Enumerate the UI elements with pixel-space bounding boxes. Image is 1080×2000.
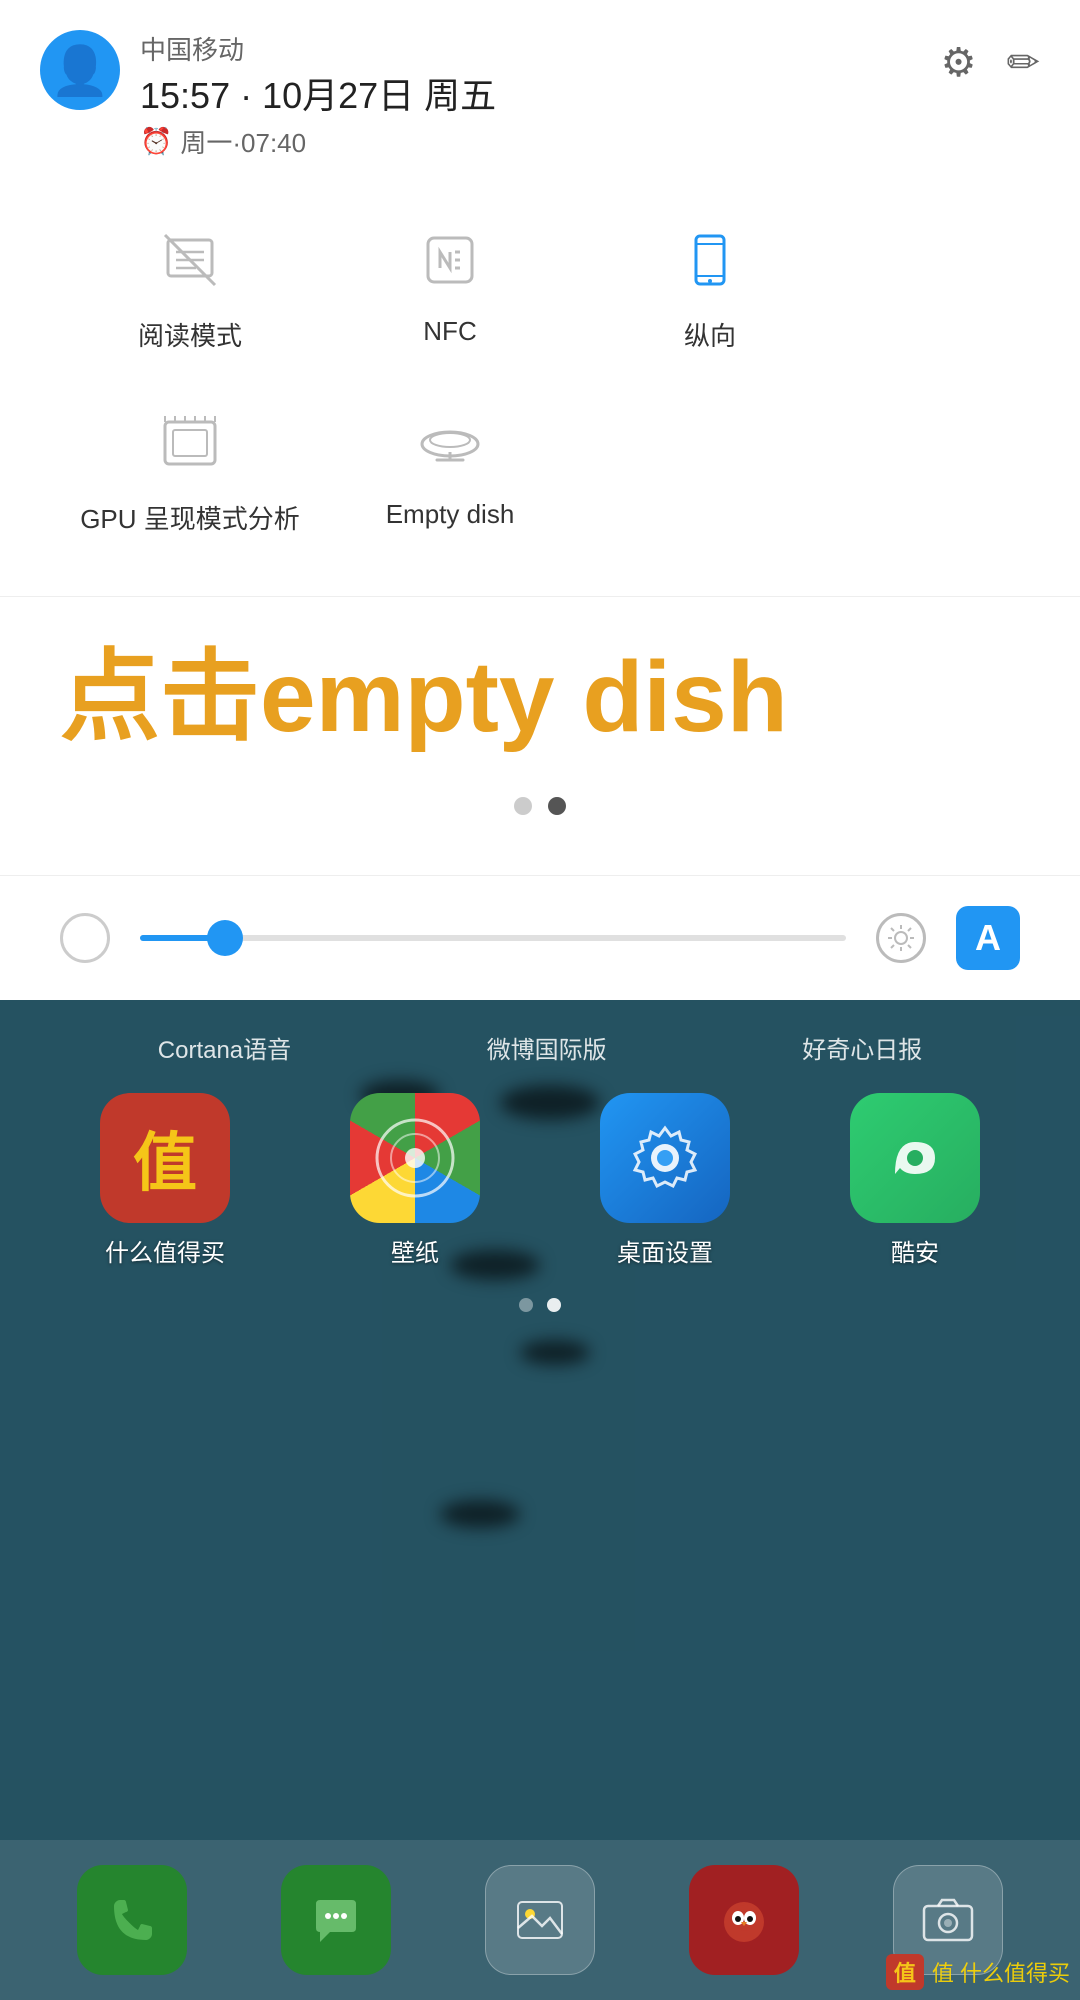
header-icons: ⚙ ✏ bbox=[941, 40, 1040, 86]
gpu-icon-wrap bbox=[150, 403, 230, 483]
avatar[interactable]: 👤 bbox=[40, 30, 120, 110]
qs-row-1: 阅读模式 NFC bbox=[60, 200, 1020, 373]
brightness-auto-label: A bbox=[975, 917, 1001, 959]
blob-4 bbox=[520, 1340, 590, 1365]
qs-nfc[interactable]: NFC bbox=[320, 200, 580, 373]
alarm-time: 周一·07:40 bbox=[180, 123, 306, 160]
qs-reading-mode[interactable]: 阅读模式 bbox=[60, 200, 320, 373]
nfc-label: NFC bbox=[423, 316, 476, 347]
instruction-text: 点击empty dish bbox=[60, 637, 1020, 757]
qs-empty-dish[interactable]: Empty dish bbox=[320, 383, 580, 556]
qs-orientation[interactable]: 纵向 bbox=[580, 200, 840, 373]
kuan-logo bbox=[875, 1118, 955, 1198]
dock-phone[interactable] bbox=[77, 1865, 187, 1975]
kuan-label: 酷安 bbox=[891, 1233, 939, 1268]
weibo-top-label: 微博国际版 bbox=[487, 1030, 607, 1065]
user-info: 👤 中国移动 15:57 · 10月27日 周五 ⏰ 周一·07:40 bbox=[40, 30, 496, 160]
kuan-icon bbox=[850, 1093, 980, 1223]
dock-message[interactable] bbox=[281, 1865, 391, 1975]
user-icon: 👤 bbox=[50, 42, 110, 99]
zhide-icon: 值 bbox=[100, 1093, 230, 1223]
settings-button[interactable]: ⚙ bbox=[941, 40, 977, 86]
dock-game[interactable] bbox=[689, 1865, 799, 1975]
home-dot-2[interactable] bbox=[547, 1298, 561, 1312]
cortana-top-label: Cortana语音 bbox=[158, 1030, 291, 1065]
brightness-auto-button[interactable]: A bbox=[956, 906, 1020, 970]
brightness-thumb[interactable] bbox=[207, 920, 243, 956]
gpu-label: GPU 呈现模式分析 bbox=[80, 499, 300, 536]
empty-dish-icon bbox=[415, 408, 485, 478]
orientation-icon bbox=[680, 230, 740, 290]
qs-row-2: GPU 呈现模式分析 Empty dish bbox=[60, 383, 1020, 556]
top-app-labels: Cortana语音 微博国际版 好奇心日报 bbox=[0, 1000, 1080, 1073]
orientation-label: 纵向 bbox=[684, 316, 736, 353]
datetime-label: 15:57 · 10月27日 周五 bbox=[140, 67, 496, 119]
wallpaper-icon bbox=[350, 1093, 480, 1223]
homescreen: Cortana语音 微博国际版 好奇心日报 值 什么值得买 壁纸 bbox=[0, 1000, 1080, 2000]
edit-button[interactable]: ✏ bbox=[1006, 40, 1040, 86]
gpu-icon bbox=[155, 408, 225, 478]
angry-birds-icon bbox=[714, 1890, 774, 1950]
nfc-icon bbox=[420, 230, 480, 290]
brightness-max-icon bbox=[876, 913, 926, 963]
sun-icon bbox=[886, 923, 916, 953]
empty-dish-label: Empty dish bbox=[386, 499, 515, 530]
gear-icon bbox=[625, 1118, 705, 1198]
home-dot-1[interactable] bbox=[519, 1298, 533, 1312]
carrier-label: 中国移动 bbox=[140, 30, 496, 67]
haochixin-top-label: 好奇心日报 bbox=[802, 1030, 922, 1065]
wallpaper-label: 壁纸 bbox=[391, 1233, 439, 1268]
app-wallpaper[interactable]: 壁纸 bbox=[315, 1093, 515, 1268]
alarm-icon: ⏰ bbox=[140, 126, 172, 157]
camera-icon bbox=[918, 1890, 978, 1950]
brightness-slider[interactable] bbox=[140, 935, 846, 941]
empty-dish-icon-wrap bbox=[410, 403, 490, 483]
desktop-settings-label: 桌面设置 bbox=[617, 1233, 713, 1268]
alarm-info: ⏰ 周一·07:40 bbox=[140, 123, 496, 160]
watermark-text: 值 什么值得买 bbox=[932, 1956, 1070, 1988]
orientation-icon-wrap bbox=[670, 220, 750, 300]
quick-settings-panel: 阅读模式 NFC bbox=[0, 180, 1080, 597]
app-desktop-settings[interactable]: 桌面设置 bbox=[565, 1093, 765, 1268]
instruction-area: 点击empty dish bbox=[0, 597, 1080, 875]
zhide-label: 什么值得买 bbox=[105, 1233, 225, 1268]
brightness-area: A bbox=[0, 875, 1080, 1000]
page-dot-1[interactable] bbox=[514, 797, 532, 815]
phone-icon bbox=[102, 1890, 162, 1950]
blob-5 bbox=[440, 1500, 520, 1528]
user-details: 中国移动 15:57 · 10月27日 周五 ⏰ 周一·07:40 bbox=[140, 30, 496, 160]
watermark-icon: 值 bbox=[886, 1954, 924, 1990]
nfc-icon-wrap bbox=[410, 220, 490, 300]
page-dot-2[interactable] bbox=[548, 797, 566, 815]
desktop-settings-icon bbox=[600, 1093, 730, 1223]
app-kuan[interactable]: 酷安 bbox=[815, 1093, 1015, 1268]
homescreen-dots bbox=[0, 1298, 1080, 1312]
reading-mode-icon-wrap bbox=[150, 220, 230, 300]
page-dots bbox=[60, 797, 1020, 815]
gallery-icon bbox=[510, 1890, 570, 1950]
cortana-logo bbox=[375, 1118, 455, 1198]
dock-gallery[interactable] bbox=[485, 1865, 595, 1975]
watermark: 值 值 什么值得买 bbox=[886, 1954, 1070, 1990]
app-grid-row: 值 什么值得买 壁纸 桌面设置 bbox=[0, 1093, 1080, 1268]
app-zhide[interactable]: 值 什么值得买 bbox=[65, 1093, 265, 1268]
qs-gpu-analysis[interactable]: GPU 呈现模式分析 bbox=[60, 383, 320, 556]
notification-panel: 👤 中国移动 15:57 · 10月27日 周五 ⏰ 周一·07:40 ⚙ ✏ bbox=[0, 0, 1080, 180]
message-icon bbox=[306, 1890, 366, 1950]
brightness-min-icon bbox=[60, 913, 110, 963]
reading-mode-icon bbox=[160, 230, 220, 290]
reading-mode-label: 阅读模式 bbox=[138, 316, 242, 353]
